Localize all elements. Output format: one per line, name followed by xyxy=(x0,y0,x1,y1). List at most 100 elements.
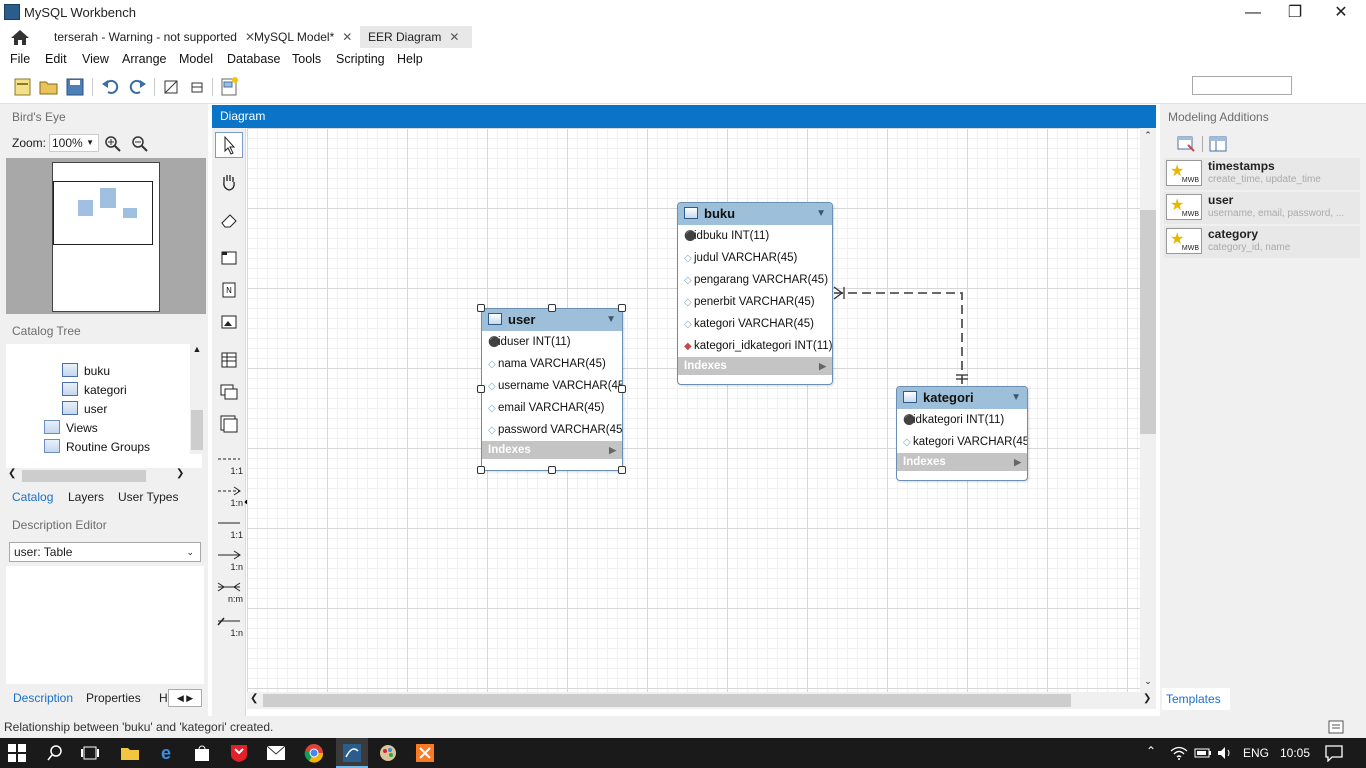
battery-icon[interactable] xyxy=(1194,746,1212,760)
description-object-select[interactable]: user: Table ⌄ xyxy=(9,542,201,562)
paint-icon[interactable] xyxy=(378,743,398,763)
tab-eer-diagram[interactable]: EER Diagram ✕ xyxy=(360,26,472,48)
column-row[interactable]: ⚫idkategori INT(11) xyxy=(897,409,1027,431)
wifi-icon[interactable] xyxy=(1170,745,1188,761)
relationship-1-n-identifying-tool[interactable]: 1:n xyxy=(215,550,243,576)
tab-mysql-model[interactable]: MySQL Model* ✕ xyxy=(246,26,360,48)
scroll-thumb[interactable] xyxy=(191,410,203,450)
catalog-horizontal-scrollbar[interactable]: ❮ ❯ xyxy=(6,468,202,484)
undo-icon[interactable] xyxy=(100,76,122,98)
task-view-icon[interactable] xyxy=(80,744,100,762)
collapse-icon[interactable]: ▼ xyxy=(1011,387,1021,409)
scroll-down-icon[interactable]: ⌄ xyxy=(1140,676,1156,687)
column-row[interactable]: ◇ penerbit VARCHAR(45) xyxy=(678,291,832,313)
menu-tools[interactable]: Tools xyxy=(290,48,323,70)
column-row[interactable]: ◇ pengarang VARCHAR(45) xyxy=(678,269,832,291)
layer-tool[interactable] xyxy=(215,246,243,272)
entity-buku[interactable]: buku ▼ ⚫idbuku INT(11) ◇ judul VARCHAR(45)… xyxy=(677,202,833,385)
snippet-category[interactable]: ★ MWB category category_id, name xyxy=(1164,226,1360,258)
entity-header[interactable]: user ▼ xyxy=(482,309,622,331)
menu-help[interactable]: Help xyxy=(395,48,425,70)
entity-user[interactable]: user ▼ ⚫iduser INT(11) ◇ nama VARCHAR(45) … xyxy=(481,308,623,471)
hand-tool[interactable] xyxy=(215,170,243,196)
column-row[interactable]: ◇ email VARCHAR(45) xyxy=(482,397,622,419)
new-model-icon[interactable] xyxy=(12,76,34,98)
tab-terserah[interactable]: terserah - Warning - not supported ✕ xyxy=(46,26,263,48)
redo-icon[interactable] xyxy=(126,76,148,98)
select-tool[interactable] xyxy=(215,132,243,158)
column-row[interactable]: ◇ nama VARCHAR(45) xyxy=(482,353,622,375)
collapse-icon[interactable]: ▼ xyxy=(606,309,616,331)
restore-button[interactable]: ❐ xyxy=(1272,0,1318,26)
entity-header[interactable]: kategori ▼ xyxy=(897,387,1027,409)
new-table-tool[interactable] xyxy=(215,348,243,374)
close-tab-icon[interactable]: ✕ xyxy=(449,30,459,44)
description-textarea[interactable] xyxy=(6,566,204,684)
output-panel-icon[interactable] xyxy=(1328,720,1344,734)
note-tool[interactable]: N xyxy=(215,278,243,304)
expand-icon[interactable]: ▶ xyxy=(609,441,616,459)
scroll-up-icon[interactable]: ⌃ xyxy=(1140,130,1156,141)
taskbar-search-icon[interactable] xyxy=(46,744,64,762)
home-tab[interactable] xyxy=(6,26,38,48)
close-tab-icon[interactable]: ✕ xyxy=(342,30,352,44)
scroll-left-icon[interactable]: ❮ xyxy=(250,693,258,704)
minimize-button[interactable]: — xyxy=(1230,0,1276,26)
scroll-up-icon[interactable]: ▲ xyxy=(190,344,204,354)
chrome-icon[interactable] xyxy=(304,743,324,763)
vertical-scroll-thumb[interactable] xyxy=(1140,210,1156,434)
scroll-right-icon[interactable]: ❯ xyxy=(176,468,184,479)
expand-icon[interactable]: ▶ xyxy=(1014,453,1021,471)
image-tool[interactable] xyxy=(215,310,243,336)
zoom-in-icon[interactable] xyxy=(104,135,122,153)
column-row[interactable]: ◇ kategori VARCHAR(45) xyxy=(678,313,832,335)
tab-scroll-arrows[interactable]: ◀ ▶ xyxy=(168,689,202,707)
menu-view[interactable]: View xyxy=(80,48,111,70)
catalog-item-buku[interactable]: buku xyxy=(62,362,110,381)
resize-handle[interactable] xyxy=(618,385,626,393)
relationship-1-1-non-identifying-tool[interactable]: 1:1 xyxy=(215,454,243,480)
entity-header[interactable]: buku ▼ xyxy=(678,203,832,225)
column-row[interactable]: ◇ password VARCHAR(45) xyxy=(482,419,622,441)
menu-edit[interactable]: Edit xyxy=(43,48,69,70)
tab-templates[interactable]: Templates xyxy=(1162,688,1230,710)
relationship-1-n-non-identifying-tool[interactable]: 1:n xyxy=(215,486,243,512)
catalog-item-user[interactable]: user xyxy=(62,400,107,419)
column-row[interactable]: ⚫iduser INT(11) xyxy=(482,331,622,353)
resize-handle[interactable] xyxy=(618,304,626,312)
tab-properties[interactable]: Properties xyxy=(86,687,141,709)
scroll-left-icon[interactable]: ❮ xyxy=(8,468,16,479)
store-icon[interactable] xyxy=(193,744,211,762)
entity-kategori[interactable]: kategori ▼ ⚫idkategori INT(11) ◇ kategori … xyxy=(896,386,1028,481)
menu-database[interactable]: Database xyxy=(225,48,283,70)
column-row[interactable]: ◇ judul VARCHAR(45) xyxy=(678,247,832,269)
resize-handle[interactable] xyxy=(477,466,485,474)
tab-history[interactable]: H xyxy=(159,687,168,709)
system-clock[interactable]: 10:05 xyxy=(1280,746,1310,760)
input-language[interactable]: ENG xyxy=(1243,746,1269,760)
indexes-section[interactable]: Indexes ▶ xyxy=(482,441,622,459)
scroll-right-icon[interactable]: ❯ xyxy=(1143,693,1151,704)
add-snippet-icon[interactable] xyxy=(1176,135,1196,153)
resize-handle[interactable] xyxy=(618,466,626,474)
catalog-item-kategori[interactable]: kategori xyxy=(62,381,127,400)
snippet-timestamps[interactable]: ★ MWB timestamps create_time, update_time xyxy=(1164,158,1360,190)
indexes-section[interactable]: Indexes ▶ xyxy=(897,453,1027,471)
relationship-connector[interactable] xyxy=(830,280,980,390)
align-grid-icon[interactable] xyxy=(186,76,208,98)
search-input[interactable] xyxy=(1192,76,1292,95)
resize-handle[interactable] xyxy=(477,304,485,312)
column-row[interactable]: ◇ username VARCHAR(45) xyxy=(482,375,622,397)
zoom-select[interactable]: 100% ▼ xyxy=(49,134,99,152)
collapse-icon[interactable]: ▼ xyxy=(816,203,826,225)
new-diagram-icon[interactable] xyxy=(218,76,240,98)
birds-eye-view[interactable] xyxy=(6,158,206,314)
column-row[interactable]: ◇ kategori VARCHAR(45) xyxy=(897,431,1027,453)
save-model-icon[interactable] xyxy=(64,76,86,98)
resize-handle[interactable] xyxy=(477,385,485,393)
volume-icon[interactable] xyxy=(1216,745,1234,761)
mysql-workbench-taskbar-button[interactable] xyxy=(336,738,368,768)
catalog-item-routine-groups[interactable]: Routine Groups xyxy=(44,438,150,457)
toggle-grid-icon[interactable] xyxy=(160,76,182,98)
show-hidden-icons[interactable]: ⌃ xyxy=(1146,744,1156,758)
